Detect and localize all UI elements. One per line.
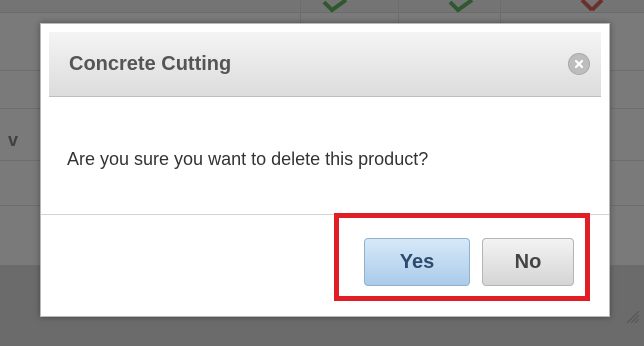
- resize-grip-icon[interactable]: [624, 308, 640, 324]
- dialog-title: Concrete Cutting: [69, 53, 232, 75]
- yes-button[interactable]: Yes: [364, 238, 470, 286]
- dialog-message: Are you sure you want to delete this pro…: [67, 149, 429, 169]
- dialog-divider: [41, 214, 609, 215]
- close-icon: [574, 59, 584, 69]
- confirm-dialog: Concrete Cutting Are you sure you want t…: [40, 23, 640, 324]
- no-button[interactable]: No: [482, 238, 574, 286]
- dialog-titlebar[interactable]: Concrete Cutting: [49, 32, 601, 97]
- close-button[interactable]: [568, 53, 590, 75]
